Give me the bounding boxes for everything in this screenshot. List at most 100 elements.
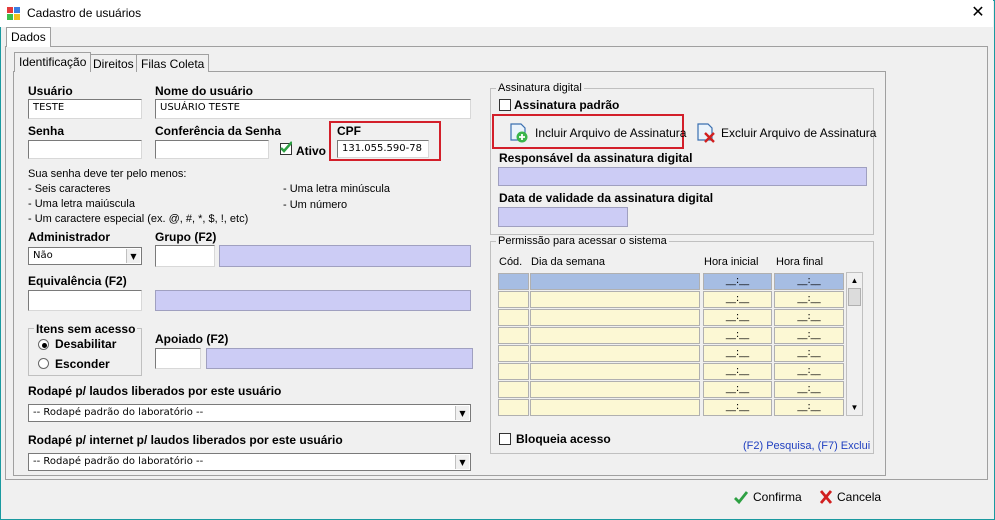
admin-select[interactable]: Não ▼ — [28, 247, 142, 265]
apoiado-label: Apoiado (F2) — [155, 332, 229, 346]
grupo-label: Grupo (F2) — [155, 230, 217, 244]
check-icon — [734, 491, 749, 505]
chevron-down-icon[interactable]: ▼ — [126, 249, 140, 263]
grid-cell[interactable]: __:__ — [703, 363, 772, 380]
grid-cell[interactable]: __:__ — [774, 327, 844, 344]
rule-item: - Um número — [283, 199, 348, 211]
grid-cell[interactable]: __:__ — [774, 381, 844, 398]
grid-cell[interactable]: __:__ — [703, 291, 772, 308]
apoiado-code-input[interactable] — [155, 348, 201, 369]
chevron-down-icon[interactable]: ▼ — [455, 406, 469, 420]
col-header-dia: Dia da semana — [531, 256, 605, 268]
assinatura-padrao-checkbox[interactable] — [499, 99, 511, 111]
senha-input[interactable] — [28, 140, 142, 159]
scroll-thumb[interactable] — [848, 288, 861, 306]
cancela-label: Cancela — [837, 490, 882, 504]
confirma-label: Confirma — [753, 490, 802, 504]
grid-cell[interactable] — [498, 399, 529, 416]
usuario-input[interactable]: TESTE — [28, 99, 142, 119]
responsavel-label: Responsável da assinatura digital — [499, 151, 693, 165]
rodape-select-value: -- Rodapé padrão do laboratório -- — [33, 407, 204, 418]
grid-cell[interactable] — [498, 381, 529, 398]
close-icon[interactable]: ✕ — [966, 2, 990, 24]
grid-cell[interactable] — [530, 381, 700, 398]
equiv-desc-field — [155, 290, 471, 311]
grid-cell[interactable]: __:__ — [774, 273, 844, 290]
usuario-label: Usuário — [28, 84, 73, 98]
tab-direitos[interactable]: Direitos — [88, 54, 139, 72]
grid-cell[interactable]: __:__ — [774, 309, 844, 326]
grid-cell[interactable] — [530, 345, 700, 362]
grid-cell[interactable] — [530, 273, 700, 290]
grid-cell[interactable] — [530, 363, 700, 380]
grid-cell[interactable] — [530, 399, 700, 416]
title-bar — [0, 0, 993, 27]
grid-cell[interactable] — [530, 291, 700, 308]
grid-cell[interactable] — [498, 273, 529, 290]
cpf-input[interactable]: 131.055.590-78 — [337, 140, 429, 158]
grid-cell[interactable]: __:__ — [774, 291, 844, 308]
incluir-arquivo-label: Incluir Arquivo de Assinatura — [535, 126, 687, 140]
grid-scrollbar[interactable]: ▲ ▼ — [846, 272, 863, 416]
conf-senha-input[interactable] — [155, 140, 269, 159]
rule-item: - Um caractere especial (ex. @, #, *, $,… — [28, 213, 249, 225]
app-grid-icon — [7, 7, 20, 20]
grid-cell[interactable]: __:__ — [774, 345, 844, 362]
rodape-internet-label: Rodapé p/ internet p/ laudos liberados p… — [28, 433, 343, 447]
admin-select-value: Não — [33, 250, 53, 261]
grid-cell[interactable]: __:__ — [703, 345, 772, 362]
radio-desabilitar-label: Desabilitar — [55, 337, 117, 351]
bloqueia-label: Bloqueia acesso — [516, 432, 611, 446]
validade-field[interactable] — [498, 207, 628, 227]
add-file-icon — [510, 123, 528, 143]
tab-dados[interactable]: Dados — [6, 27, 51, 47]
permissao-group-title: Permissão para acessar o sistema — [496, 235, 669, 247]
nome-input[interactable]: USUÁRIO TESTE — [155, 99, 471, 119]
responsavel-field[interactable] — [498, 167, 867, 186]
grid-cell[interactable] — [530, 327, 700, 344]
grid-cell[interactable]: __:__ — [703, 381, 772, 398]
window-title: Cadastro de usuários — [27, 6, 142, 20]
col-header-hora-inicial: Hora inicial — [704, 256, 759, 268]
grid-cell[interactable]: __:__ — [703, 273, 772, 290]
delete-file-icon — [697, 123, 715, 143]
tab-identificacao[interactable]: Identificação — [14, 52, 92, 72]
grid-cell[interactable]: __:__ — [703, 399, 772, 416]
scroll-up-icon[interactable]: ▲ — [848, 274, 861, 287]
excluir-arquivo-label: Excluir Arquivo de Assinatura — [721, 126, 877, 140]
rule-item: - Uma letra maiúscula — [28, 198, 135, 210]
grupo-code-input[interactable] — [155, 245, 215, 267]
assinatura-padrao-label: Assinatura padrão — [514, 98, 620, 112]
chevron-down-icon[interactable]: ▼ — [455, 455, 469, 469]
radio-desabilitar[interactable] — [38, 339, 49, 350]
scroll-down-icon[interactable]: ▼ — [848, 401, 861, 414]
grid-cell[interactable] — [530, 309, 700, 326]
rodape-internet-select[interactable]: -- Rodapé padrão do laboratório -- ▼ — [28, 453, 471, 471]
grid-cell[interactable] — [498, 363, 529, 380]
admin-label: Administrador — [28, 230, 111, 244]
grid-cell[interactable]: __:__ — [774, 399, 844, 416]
rule-item: - Uma letra minúscula — [283, 183, 390, 195]
conf-senha-label: Conferência da Senha — [155, 124, 282, 138]
bloqueia-checkbox[interactable] — [499, 433, 511, 445]
shortcut-hint: (F2) Pesquisa, (F7) Exclui — [743, 440, 871, 452]
col-header-cod: Cód. — [499, 256, 523, 268]
rule-item: - Seis caracteres — [28, 183, 111, 195]
equiv-code-input[interactable] — [28, 290, 142, 311]
tab-filas-coleta[interactable]: Filas Coleta — [136, 54, 210, 72]
radio-esconder[interactable] — [38, 358, 49, 369]
grid-cell[interactable] — [498, 291, 529, 308]
grid-cell[interactable] — [498, 345, 529, 362]
nome-label: Nome do usuário — [155, 84, 254, 98]
ativo-checkbox[interactable] — [280, 141, 292, 155]
grid-cell[interactable]: __:__ — [703, 309, 772, 326]
col-header-hora-final: Hora final — [776, 256, 824, 268]
cpf-label: CPF — [337, 124, 361, 138]
rodape-select[interactable]: -- Rodapé padrão do laboratório -- ▼ — [28, 404, 471, 422]
rodape-label: Rodapé p/ laudos liberados por este usuá… — [28, 384, 282, 398]
grid-cell[interactable]: __:__ — [774, 363, 844, 380]
grid-cell[interactable] — [498, 327, 529, 344]
grid-cell[interactable]: __:__ — [703, 327, 772, 344]
grid-cell[interactable] — [498, 309, 529, 326]
grupo-desc-field — [219, 245, 471, 267]
